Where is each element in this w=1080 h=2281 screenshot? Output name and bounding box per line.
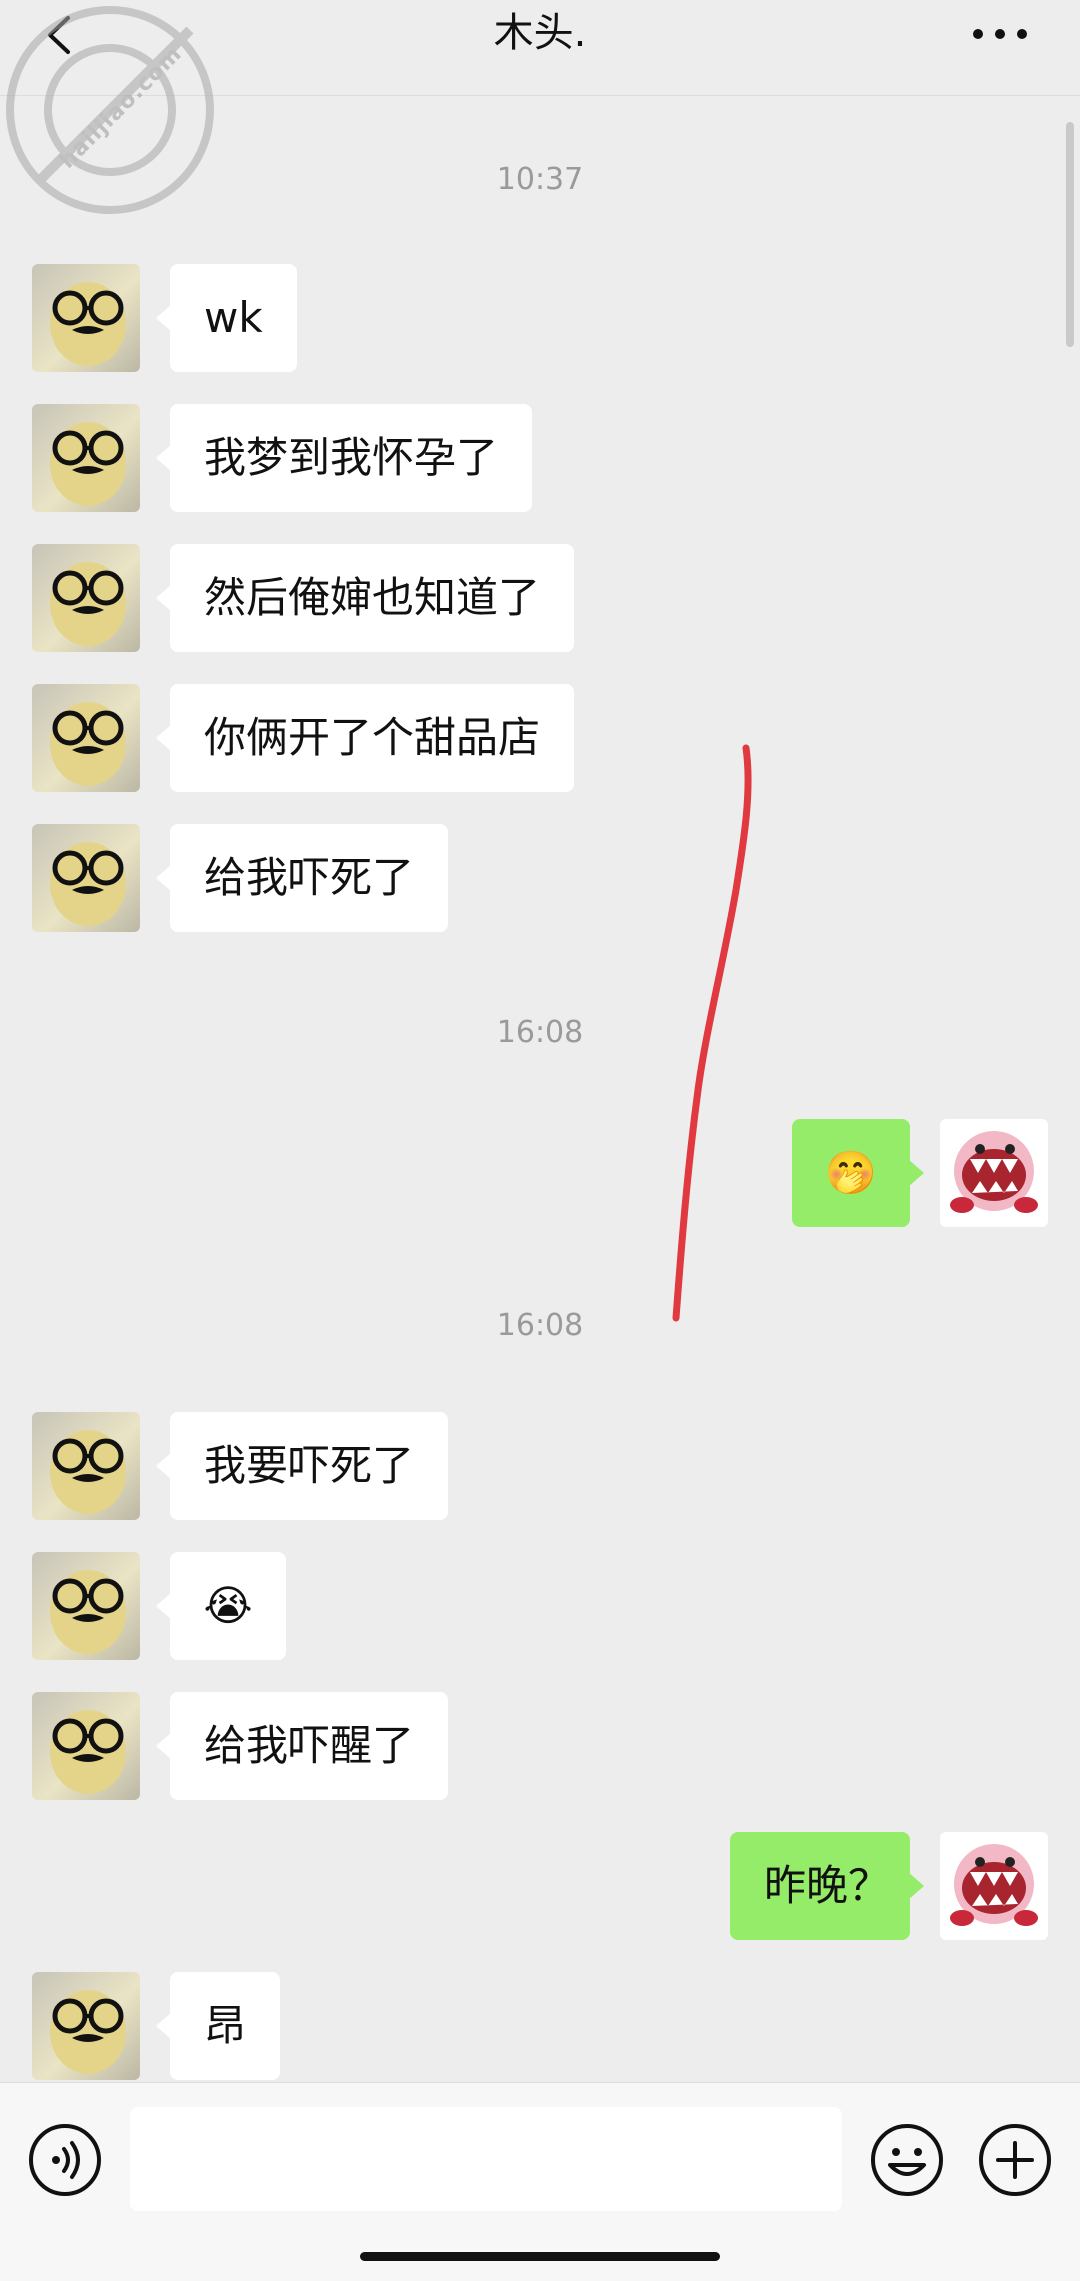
more-button[interactable]	[970, 14, 1030, 54]
contact-avatar[interactable]	[32, 824, 140, 932]
home-indicator[interactable]	[360, 2252, 720, 2261]
contact-avatar[interactable]	[32, 404, 140, 512]
plus-circle-icon	[979, 2124, 1051, 2196]
voice-icon	[29, 2124, 101, 2196]
more-dots-icon	[973, 29, 1027, 39]
emoji-button[interactable]	[870, 2123, 944, 2197]
message-bubble-incoming[interactable]: 给我吓死了	[155, 824, 449, 932]
message-bubble-incoming[interactable]: 然后俺婶也知道了	[155, 544, 575, 652]
message-bubble-incoming[interactable]: 我梦到我怀孕了	[155, 404, 533, 512]
timestamp: 16:08	[496, 1015, 584, 1050]
timestamp: 10:37	[496, 162, 584, 197]
message-bubble-incoming[interactable]: 😭	[156, 1552, 286, 1660]
user-avatar[interactable]	[940, 1832, 1048, 1940]
more-actions-button[interactable]	[978, 2123, 1052, 2197]
message-bubble-incoming[interactable]: 我要吓死了	[155, 1412, 449, 1520]
contact-avatar[interactable]	[32, 1692, 140, 1800]
voice-input-button[interactable]	[28, 2123, 102, 2197]
message-bubble-outgoing[interactable]: 昨晚？	[730, 1832, 924, 1940]
contact-avatar[interactable]	[32, 1972, 140, 2080]
message-bubble-outgoing[interactable]: 🤭	[792, 1119, 924, 1227]
message-bubble-incoming[interactable]: 给我吓醒了	[155, 1692, 449, 1800]
message-bubble-incoming[interactable]: wk	[156, 264, 297, 372]
user-avatar[interactable]	[940, 1119, 1048, 1227]
contact-avatar[interactable]	[32, 1552, 140, 1660]
contact-avatar[interactable]	[32, 544, 140, 652]
contact-avatar[interactable]	[32, 1412, 140, 1520]
chat-scrollbar[interactable]	[1066, 122, 1074, 347]
contact-avatar[interactable]	[32, 264, 140, 372]
chat-header: 木头.	[0, 0, 1080, 96]
message-bubble-incoming[interactable]: 昂	[155, 1972, 281, 2080]
emoji-icon	[871, 2124, 943, 2196]
timestamp: 16:08	[496, 1308, 584, 1343]
message-input[interactable]	[130, 2107, 842, 2211]
message-bubble-incoming[interactable]: 你俩开了个甜品店	[155, 684, 575, 792]
chat-title: 木头.	[493, 10, 587, 56]
contact-avatar[interactable]	[32, 684, 140, 792]
